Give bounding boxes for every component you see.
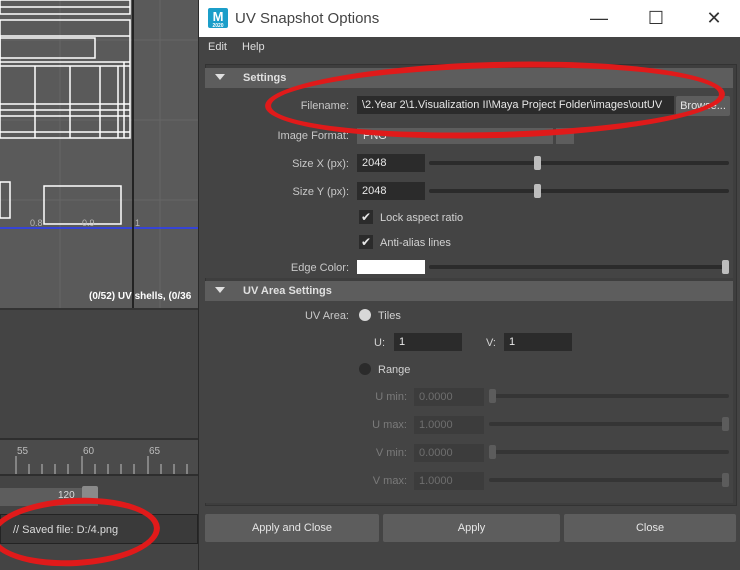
umax-input[interactable]: 1.0000: [414, 416, 484, 434]
vmin-slider[interactable]: [489, 450, 729, 454]
maya-logo-icon: M 2020: [208, 8, 228, 29]
frame-number: 65: [149, 446, 161, 457]
image-format-dropdown-arrow[interactable]: [556, 128, 574, 144]
size-x-slider[interactable]: [429, 161, 729, 165]
collapse-triangle-icon: [215, 74, 225, 80]
edge-color-slider[interactable]: [429, 265, 729, 269]
settings-frame-body: [205, 88, 733, 278]
range-radio[interactable]: [359, 363, 371, 375]
command-line-output[interactable]: // Saved file: D:/4.png: [0, 514, 198, 544]
size-x-label: Size X (px):: [292, 158, 349, 170]
menu-edit[interactable]: Edit: [208, 41, 227, 53]
filename-input[interactable]: \2.Year 2\1.Visualization II\Maya Projec…: [357, 96, 674, 114]
vmin-label: V min:: [375, 447, 407, 459]
filename-label: Filename:: [300, 100, 349, 112]
umin-input[interactable]: 0.0000: [414, 388, 484, 406]
title-bar[interactable]: M 2020 UV Snapshot Options — ☐ ✕: [199, 0, 740, 37]
uv-area-frame-header[interactable]: UV Area Settings: [205, 281, 733, 301]
lock-aspect-label: Lock aspect ratio: [380, 212, 464, 224]
apply-and-close-button[interactable]: Apply and Close: [205, 514, 379, 542]
frame-number: 55: [17, 446, 29, 457]
v-input[interactable]: 1: [504, 333, 572, 351]
edge-color-swatch[interactable]: [357, 260, 425, 274]
uv-area-label: UV Area:: [304, 310, 349, 322]
range-slider[interactable]: 120: [0, 478, 198, 508]
uv-editor-viewport[interactable]: 0.8 0.9 1 (0/52) UV shells, (0/36: [0, 0, 198, 308]
vmax-slider[interactable]: [489, 478, 729, 482]
size-x-input[interactable]: 2048: [357, 154, 425, 172]
vmin-slider-knob[interactable]: [489, 445, 496, 459]
vmax-input[interactable]: 1.0000: [414, 472, 484, 490]
range-handle[interactable]: [82, 486, 98, 500]
close-button[interactable]: Close: [564, 514, 736, 542]
uv-shell-status: (0/52) UV shells, (0/36: [89, 291, 192, 302]
close-window-button[interactable]: ✕: [694, 4, 734, 32]
size-y-slider-knob[interactable]: [534, 184, 542, 198]
timeline-ticks: [15, 456, 188, 474]
tiles-label: Tiles: [378, 310, 401, 322]
uv-snapshot-dialog: M 2020 UV Snapshot Options — ☐ ✕ Edit He…: [198, 0, 740, 570]
edge-color-slider-knob[interactable]: [722, 260, 729, 274]
size-y-input[interactable]: 2048: [357, 182, 425, 200]
u-input[interactable]: 1: [394, 333, 462, 351]
umin-label: U min:: [375, 391, 407, 403]
settings-frame-header[interactable]: Settings: [205, 68, 733, 88]
tiles-radio[interactable]: [359, 309, 371, 321]
background-panel: [0, 308, 198, 438]
anti-alias-label: Anti-alias lines: [380, 237, 451, 249]
lock-aspect-checkbox[interactable]: ✔: [359, 210, 373, 224]
menu-bar: Edit Help: [199, 37, 740, 59]
range-end-value: 120: [58, 490, 75, 501]
vmax-label: V max:: [372, 475, 407, 487]
dialog-title: UV Snapshot Options: [235, 10, 380, 27]
image-format-label: Image Format:: [277, 130, 349, 142]
settings-header-label: Settings: [243, 72, 287, 84]
umax-slider-knob[interactable]: [722, 417, 729, 431]
v-label: V:: [486, 337, 496, 349]
size-x-slider-knob[interactable]: [534, 156, 542, 170]
umax-label: U max:: [372, 419, 407, 431]
image-format-dropdown[interactable]: PNG: [357, 128, 553, 144]
maximize-button[interactable]: ☐: [636, 4, 676, 32]
time-slider[interactable]: 55 60 65: [0, 438, 198, 476]
size-y-label: Size Y (px):: [292, 186, 349, 198]
uv-tick-label: 0.9: [82, 218, 95, 228]
vmax-slider-knob[interactable]: [722, 473, 729, 487]
apply-button[interactable]: Apply: [383, 514, 560, 542]
anti-alias-checkbox[interactable]: ✔: [359, 235, 373, 249]
range-label: Range: [378, 364, 411, 376]
edge-color-label: Edge Color:: [290, 262, 349, 274]
command-result-text: // Saved file: D:/4.png: [13, 524, 119, 536]
u-label: U:: [374, 337, 385, 349]
size-y-slider[interactable]: [429, 189, 729, 193]
umin-slider-knob[interactable]: [489, 389, 496, 403]
browse-button[interactable]: Browse...: [676, 96, 730, 116]
umin-slider[interactable]: [489, 394, 729, 398]
umax-slider[interactable]: [489, 422, 729, 426]
uv-wireframe: [0, 0, 198, 308]
minimize-button[interactable]: —: [579, 4, 619, 32]
uv-tick-label: 0.8: [30, 218, 43, 228]
collapse-triangle-icon: [215, 287, 225, 293]
frame-number: 60: [83, 446, 95, 457]
vmin-input[interactable]: 0.0000: [414, 444, 484, 462]
menu-help[interactable]: Help: [242, 41, 265, 53]
uv-tick-label: 1: [135, 218, 141, 228]
uv-area-header-label: UV Area Settings: [243, 285, 332, 297]
